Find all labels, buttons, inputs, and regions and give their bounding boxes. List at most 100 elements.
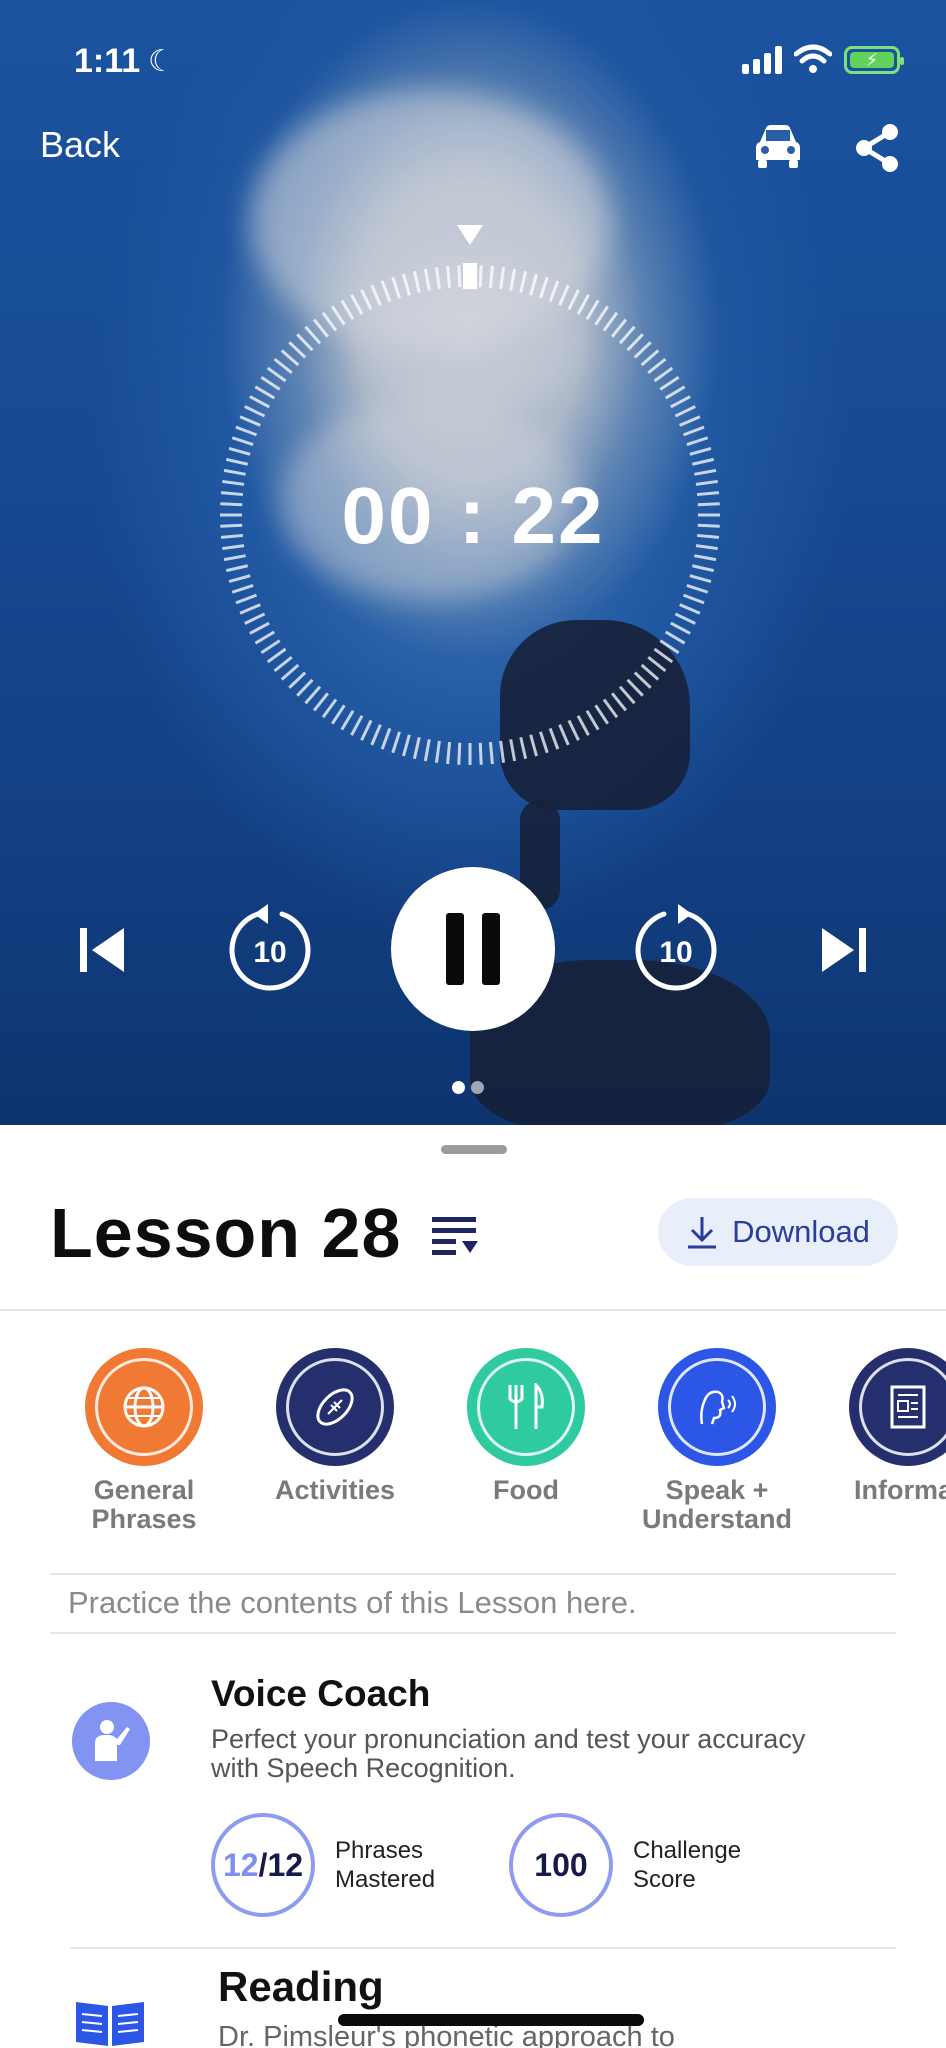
ring-tick	[670, 395, 691, 409]
ring-tick	[633, 671, 652, 689]
wifi-icon	[794, 44, 832, 73]
ring-tick	[350, 715, 364, 736]
ring-tick	[653, 366, 674, 383]
ring-tick	[340, 709, 355, 731]
ring-tick	[682, 425, 705, 437]
ring-tick	[239, 415, 261, 427]
ring-tick	[653, 647, 674, 664]
previous-track-icon[interactable]	[78, 924, 128, 976]
category-activities[interactable]: Activities	[240, 1348, 430, 1505]
ring-tick	[370, 284, 382, 306]
share-icon[interactable]	[852, 122, 902, 174]
ring-tick	[548, 280, 560, 303]
ring-tick	[659, 376, 680, 391]
ring-tick	[610, 318, 628, 338]
ring-tick	[340, 299, 355, 321]
ring-tick	[266, 366, 287, 383]
ring-tick	[647, 655, 667, 673]
ring-tick	[370, 724, 382, 746]
page-dot[interactable]	[471, 1081, 484, 1094]
divider	[50, 1573, 896, 1575]
ring-tick	[312, 318, 330, 338]
ring-tick	[360, 719, 373, 741]
status-icons: ⚡	[742, 44, 904, 74]
lesson-sheet: Lesson 28 Download General Phrases Activ…	[0, 1125, 946, 2048]
ring-tick	[689, 574, 712, 583]
ring-tick	[576, 294, 590, 315]
ring-tick	[567, 289, 580, 311]
lesson-title: Lesson 28	[50, 1194, 402, 1272]
category-general-phrases[interactable]: General Phrases	[49, 1348, 239, 1534]
ring-tick	[254, 385, 276, 400]
category-label: Food	[493, 1475, 559, 1505]
ring-tick	[434, 267, 441, 290]
signal-icon	[742, 46, 782, 74]
ring-tick	[231, 436, 254, 446]
ring-tick	[446, 741, 452, 765]
next-track-icon[interactable]	[818, 924, 868, 976]
ring-tick	[228, 574, 251, 583]
ring-tick	[626, 333, 644, 352]
ring-tick	[235, 425, 258, 437]
ring-tick	[249, 621, 270, 635]
category-speak-understand[interactable]: Speak + Understand	[622, 1348, 812, 1534]
ring-tick	[640, 663, 660, 681]
ring-tick	[457, 742, 462, 765]
lesson-list-icon[interactable]	[430, 1211, 480, 1259]
category-food[interactable]: Food	[431, 1348, 621, 1505]
forward-seconds-label: 10	[659, 936, 693, 969]
ring-tick	[576, 715, 590, 736]
ring-tick	[304, 325, 322, 345]
ring-tick	[260, 376, 281, 391]
ring-tick	[679, 603, 701, 615]
page-indicator[interactable]	[452, 1081, 484, 1094]
sheet-grabber[interactable]	[441, 1145, 507, 1154]
car-icon[interactable]	[752, 122, 804, 170]
utensils-icon	[467, 1348, 585, 1466]
ring-tick	[244, 405, 266, 418]
ring-tick	[664, 630, 686, 645]
speaking-head-icon	[658, 1348, 776, 1466]
book-icon[interactable]	[72, 1998, 148, 2048]
ring-tick	[539, 731, 549, 754]
voice-coach-title[interactable]: Voice Coach	[211, 1673, 430, 1715]
ring-tick	[235, 593, 258, 605]
ring-tick	[602, 311, 619, 332]
ring-tick	[423, 739, 431, 762]
category-carousel[interactable]: General Phrases Activities Food Speak + …	[0, 1348, 946, 1548]
ring-tick	[682, 593, 705, 605]
ring-tick	[585, 299, 600, 321]
challenge-score-label: Challenge Score	[633, 1837, 742, 1893]
ring-tick	[260, 639, 281, 654]
pause-button[interactable]	[391, 867, 555, 1031]
newspaper-icon	[849, 1348, 946, 1466]
page-dot[interactable]	[452, 1081, 465, 1094]
ring-tick	[391, 731, 401, 754]
home-indicator[interactable]	[338, 2014, 644, 2026]
teacher-icon[interactable]	[72, 1702, 150, 1780]
ring-tick	[446, 265, 452, 289]
challenge-score-ring: 100	[509, 1813, 613, 1917]
football-icon	[276, 1348, 394, 1466]
back-button[interactable]: Back	[40, 124, 120, 166]
reading-title[interactable]: Reading	[218, 1963, 384, 2011]
ring-tick	[626, 678, 644, 697]
ring-tick	[380, 280, 392, 303]
download-button[interactable]: Download	[658, 1198, 898, 1266]
ring-tick	[296, 678, 314, 697]
category-information[interactable]: Informat	[813, 1348, 946, 1505]
ring-tick	[231, 584, 254, 594]
moon-icon: ☾	[148, 45, 175, 78]
ring-tick	[558, 284, 570, 306]
rewind-10-button[interactable]: 10	[224, 900, 316, 996]
forward-10-button[interactable]: 10	[630, 900, 722, 996]
ring-tick	[266, 647, 287, 664]
ring-tick	[499, 267, 506, 290]
ring-tick	[640, 349, 660, 367]
ring-tick	[350, 294, 364, 315]
ring-tick	[225, 457, 249, 466]
ring-tick	[548, 727, 560, 750]
rewind-seconds-label: 10	[253, 936, 287, 969]
ring-tick	[478, 265, 483, 288]
ring-tick	[321, 311, 338, 332]
